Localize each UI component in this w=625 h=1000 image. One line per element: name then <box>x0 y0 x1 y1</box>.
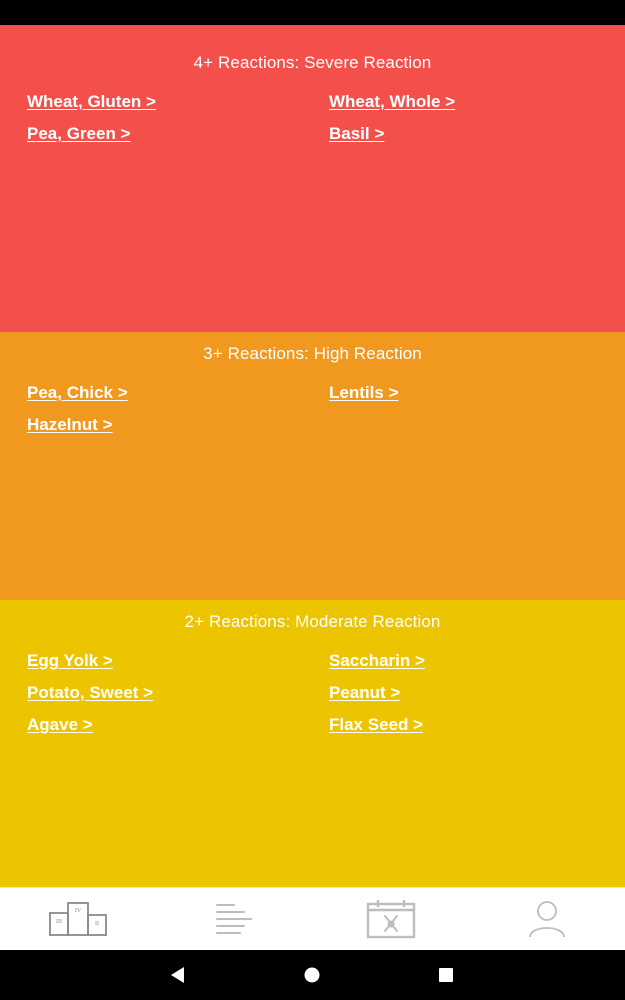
user-profile-icon <box>528 901 565 938</box>
food-link-flax-seed[interactable]: Flax Seed > <box>329 714 625 736</box>
food-link-wheat-whole[interactable]: Wheat, Whole > <box>329 91 625 113</box>
food-link-basil[interactable]: Basil > <box>329 123 625 145</box>
food-grid-moderate: Egg Yolk > Saccharin > Potato, Sweet > P… <box>0 650 625 736</box>
nav-item-rankings[interactable]: III IV II <box>0 888 156 950</box>
food-grid-severe: Wheat, Gluten > Wheat, Whole > Pea, Gree… <box>0 91 625 145</box>
recents-icon <box>439 968 453 982</box>
nav-item-profile[interactable] <box>469 888 625 950</box>
food-link-pea-green[interactable]: Pea, Green > <box>27 123 329 145</box>
podium-label-fourth: IV <box>75 908 82 914</box>
bottom-navigation: III IV II <box>0 887 625 950</box>
nav-item-meal-calendar[interactable] <box>313 888 469 950</box>
food-link-potato-sweet[interactable]: Potato, Sweet > <box>27 682 329 704</box>
section-high-reaction: 3+ Reactions: High Reaction Pea, Chick >… <box>0 332 625 600</box>
food-link-saccharin[interactable]: Saccharin > <box>329 650 625 672</box>
home-icon <box>304 967 320 983</box>
podium-label-second: II <box>95 921 99 927</box>
calendar-meal-icon <box>366 900 415 939</box>
system-recents-button[interactable] <box>416 950 476 1000</box>
podium-label-third: III <box>56 919 62 925</box>
food-link-lentils[interactable]: Lentils > <box>329 382 625 404</box>
food-link-pea-chick[interactable]: Pea, Chick > <box>27 382 329 404</box>
food-link-hazelnut[interactable]: Hazelnut > <box>27 414 329 436</box>
food-grid-high: Pea, Chick > Lentils > Hazelnut > <box>0 382 625 436</box>
food-link-egg-yolk[interactable]: Egg Yolk > <box>27 650 329 672</box>
system-navigation-bar <box>0 950 625 1000</box>
food-link-peanut[interactable]: Peanut > <box>329 682 625 704</box>
section-title-moderate: 2+ Reactions: Moderate Reaction <box>184 612 441 631</box>
section-title-high: 3+ Reactions: High Reaction <box>203 344 422 363</box>
system-home-button[interactable] <box>282 950 342 1000</box>
list-lines-icon <box>216 904 253 934</box>
food-link-agave[interactable]: Agave > <box>27 714 329 736</box>
podium-icon: III IV II <box>49 902 108 936</box>
section-title-severe: 4+ Reactions: Severe Reaction <box>193 53 432 72</box>
app-screen: 4+ Reactions: Severe Reaction Wheat, Glu… <box>0 0 625 1000</box>
nav-item-list[interactable] <box>156 888 312 950</box>
section-severe-reaction: 4+ Reactions: Severe Reaction Wheat, Glu… <box>0 25 625 332</box>
back-icon <box>171 967 184 983</box>
system-back-button[interactable] <box>148 950 208 1000</box>
food-link-wheat-gluten[interactable]: Wheat, Gluten > <box>27 91 329 113</box>
section-moderate-reaction: 2+ Reactions: Moderate Reaction Egg Yolk… <box>0 600 625 887</box>
status-bar <box>0 0 625 25</box>
